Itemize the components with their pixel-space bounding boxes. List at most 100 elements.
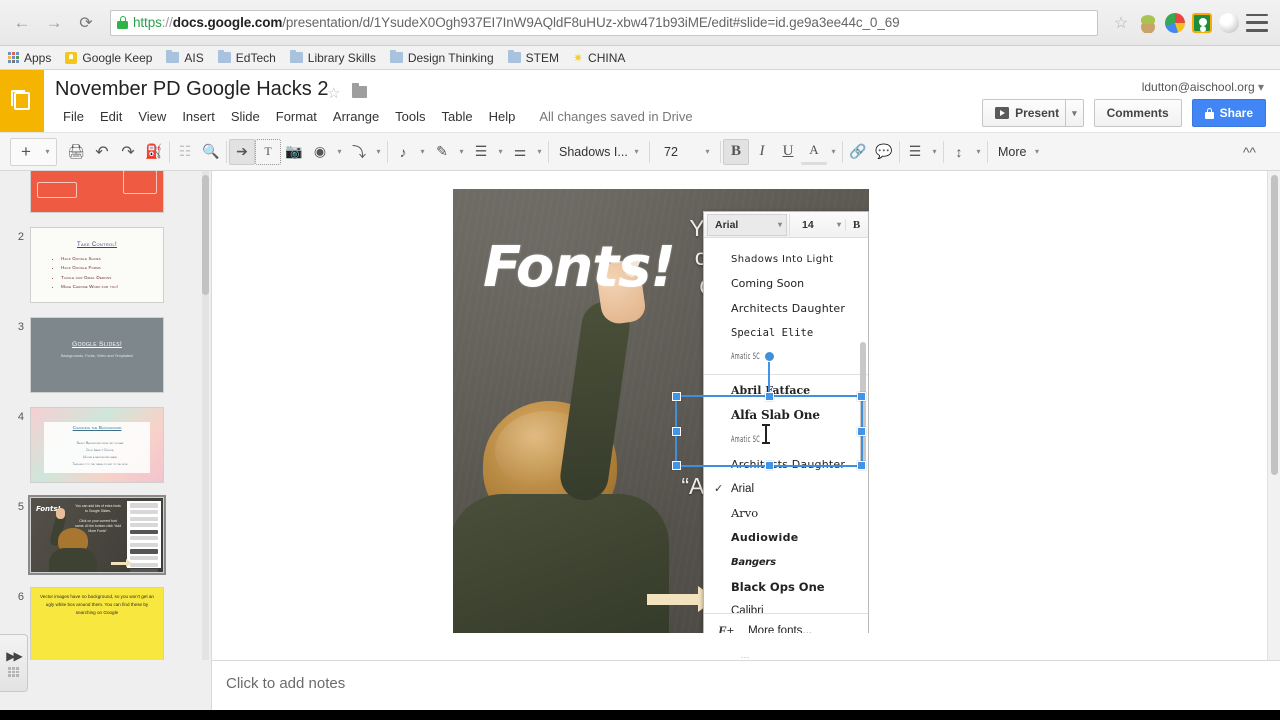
bookmark-google-keep[interactable]: Google Keep [65, 51, 152, 65]
more-button[interactable]: More [990, 145, 1030, 159]
border-weight-dropdown-icon[interactable]: ▾ [494, 139, 507, 165]
resize-handle-bottom-right[interactable] [857, 461, 866, 470]
text-box-selection[interactable] [672, 351, 866, 470]
italic-button[interactable]: I [749, 139, 775, 165]
bookmark-ais[interactable]: AIS [166, 49, 204, 65]
text-color-dropdown-icon[interactable]: ▾ [827, 139, 840, 165]
menu-item-insert[interactable]: Insert [174, 105, 223, 128]
folder-icon[interactable] [352, 83, 367, 98]
notes-resize-grip[interactable]: ⋯ [730, 652, 762, 662]
color-wheel-icon[interactable] [1165, 12, 1185, 33]
shape-dropdown-icon[interactable]: ▾ [333, 139, 346, 165]
border-weight-icon[interactable]: ☰ [468, 139, 494, 165]
more-dropdown-icon[interactable]: ▾ [1030, 139, 1043, 165]
slide-thumbnail[interactable]: Vector images have no background, so you… [30, 587, 164, 660]
image-icon[interactable]: 📷 [281, 139, 307, 165]
list-item[interactable]: 1 Group AIS SS Teaching and Learning [0, 171, 211, 213]
border-dash-dropdown-icon[interactable]: ▾ [533, 139, 546, 165]
resize-handle-bottom-left[interactable] [672, 461, 681, 470]
resize-handle-bottom-center[interactable] [764, 461, 774, 470]
font-family-selector[interactable]: Shadows I... ▾ [551, 139, 647, 165]
speaker-notes-pane[interactable]: ⋯ Click to add notes [212, 652, 1280, 710]
slide-thumbnail-selected[interactable]: Fonts! You can add lots of extra fonts t… [28, 495, 166, 575]
menu-item-edit[interactable]: Edit [92, 105, 130, 128]
google-slides-logo[interactable] [0, 70, 44, 132]
resize-handle-top-left[interactable] [672, 392, 681, 401]
menu-item-slide[interactable]: Slide [223, 105, 268, 128]
bookmark-star-icon[interactable]: ☆ [1108, 10, 1134, 36]
resize-handle-middle-right[interactable] [857, 426, 866, 436]
resize-handle-top-center[interactable] [764, 392, 774, 401]
bookmark-stem[interactable]: STEM [507, 49, 559, 65]
resize-handle-middle-left[interactable] [672, 426, 681, 436]
canvas-scrollbar-thumb[interactable] [1271, 175, 1278, 475]
back-arrow-icon[interactable]: ← [8, 9, 36, 37]
menu-item-tools[interactable]: Tools [387, 105, 433, 128]
text-box-icon[interactable]: T [255, 138, 281, 165]
slide-thumbnail[interactable]: Google Slides! Backgrounds, Fonts, Video… [30, 317, 164, 393]
collapse-filmstrip-button[interactable]: ▶▶ [0, 634, 28, 692]
text-color-button[interactable]: A [801, 139, 827, 165]
resize-handle-top-right[interactable] [857, 392, 866, 401]
slide-filmstrip[interactable]: 1 Group AIS SS Teaching and Learning 2 T… [0, 171, 212, 660]
present-button[interactable]: Present [982, 99, 1066, 127]
rotation-handle[interactable] [763, 351, 775, 362]
menu-item-help[interactable]: Help [481, 105, 524, 128]
notes-placeholder[interactable]: Click to add notes [212, 661, 1280, 692]
chevron-up-icon[interactable]: ^^ [1243, 144, 1270, 160]
new-slide-button[interactable]: + [13, 139, 39, 165]
line-dropdown-icon[interactable]: ▾ [372, 139, 385, 165]
menu-item-file[interactable]: File [55, 105, 92, 128]
bookmark-apps[interactable]: Apps [8, 51, 51, 65]
classroom-icon[interactable] [1192, 12, 1212, 33]
star-icon[interactable]: ☆ [327, 84, 340, 102]
bookmark-design-thinking[interactable]: Design Thinking [389, 49, 494, 65]
link-icon[interactable]: 🔗 [845, 139, 871, 165]
zoom-icon[interactable]: 🔍 [198, 139, 224, 165]
globe-icon[interactable] [1219, 12, 1239, 33]
account-email[interactable]: ldutton@aischool.org ▾ [1142, 80, 1264, 94]
printer-icon[interactable]: 🖨 [63, 139, 89, 165]
align-left-icon[interactable]: ☰ [902, 139, 928, 165]
forward-arrow-icon[interactable]: → [40, 9, 68, 37]
align-dropdown-icon[interactable]: ▾ [928, 139, 941, 165]
bookmark-china[interactable]: ✷ CHINA [573, 51, 625, 65]
slide-thumbnail[interactable]: Take Control! Hack Google Slides Hack Go… [30, 227, 164, 303]
shape-icon[interactable]: ◉ [307, 139, 333, 165]
plant-icon[interactable] [1138, 12, 1158, 33]
bookmark-edtech[interactable]: EdTech [217, 49, 276, 65]
canvas-scrollbar-track[interactable] [1267, 171, 1280, 660]
fonts-title-text[interactable]: Fonts! [483, 235, 676, 300]
list-item[interactable]: 2 Take Control! Hack Google Slides Hack … [0, 221, 211, 303]
list-item[interactable]: 3 Google Slides! Backgrounds, Fonts, Vid… [0, 311, 211, 393]
bookmark-library-skills[interactable]: Library Skills [289, 49, 376, 65]
comments-button[interactable]: Comments [1093, 99, 1182, 127]
menu-item-view[interactable]: View [130, 105, 174, 128]
slide-canvas[interactable]: Fonts! You can add lots of extra fonts t… [212, 171, 1280, 660]
line-arrow-icon[interactable]: ⤵ [346, 139, 372, 165]
slide-thumbnail[interactable]: Changing the Background Select Backgroun… [30, 407, 164, 483]
undo-icon[interactable]: ↶ [89, 139, 115, 165]
cursor-arrow-icon[interactable]: ➔ [229, 138, 255, 165]
line-spacing-icon[interactable]: ↕ [946, 139, 972, 165]
border-color-dropdown-icon[interactable]: ▾ [455, 139, 468, 165]
list-item[interactable]: 5 Fonts! You can add lots of extra fonts… [0, 491, 211, 575]
underline-button[interactable]: U [775, 139, 801, 165]
menu-item-arrange[interactable]: Arrange [325, 105, 387, 128]
address-bar[interactable]: https://docs.google.com/presentation/d/1… [110, 9, 1098, 36]
menu-item-format[interactable]: Format [268, 105, 325, 128]
layout-icon[interactable]: ☷ [172, 139, 198, 165]
fill-color-icon[interactable]: ♪ [390, 139, 416, 165]
page-title[interactable]: November PD Google Hacks 2 [55, 78, 328, 101]
reload-icon[interactable]: ⟳ [72, 9, 100, 37]
list-item[interactable]: 4 Changing the Background Select Backgro… [0, 401, 211, 483]
hamburger-menu-icon[interactable] [1246, 13, 1268, 32]
line-spacing-dropdown-icon[interactable]: ▾ [972, 139, 985, 165]
slide-thumbnail[interactable]: Group AIS SS Teaching and Learning [30, 171, 164, 213]
fill-color-dropdown-icon[interactable]: ▾ [416, 139, 429, 165]
add-comment-icon[interactable]: 💬 [871, 139, 897, 165]
present-dropdown-button[interactable]: ▾ [1065, 99, 1084, 127]
paint-roller-icon[interactable]: ⛽ [141, 139, 167, 165]
font-size-selector[interactable]: 72 ▾ [652, 139, 718, 165]
share-button[interactable]: Share [1191, 99, 1266, 127]
